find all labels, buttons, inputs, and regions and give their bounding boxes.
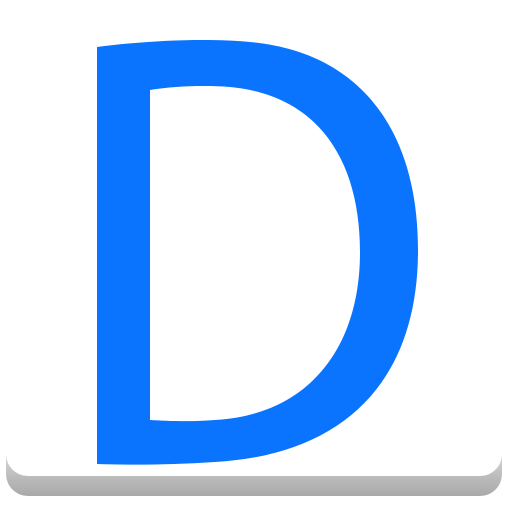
letter-d-glyph [97, 39, 418, 465]
app-icon[interactable] [0, 0, 512, 512]
letter-d-logo [97, 39, 418, 465]
